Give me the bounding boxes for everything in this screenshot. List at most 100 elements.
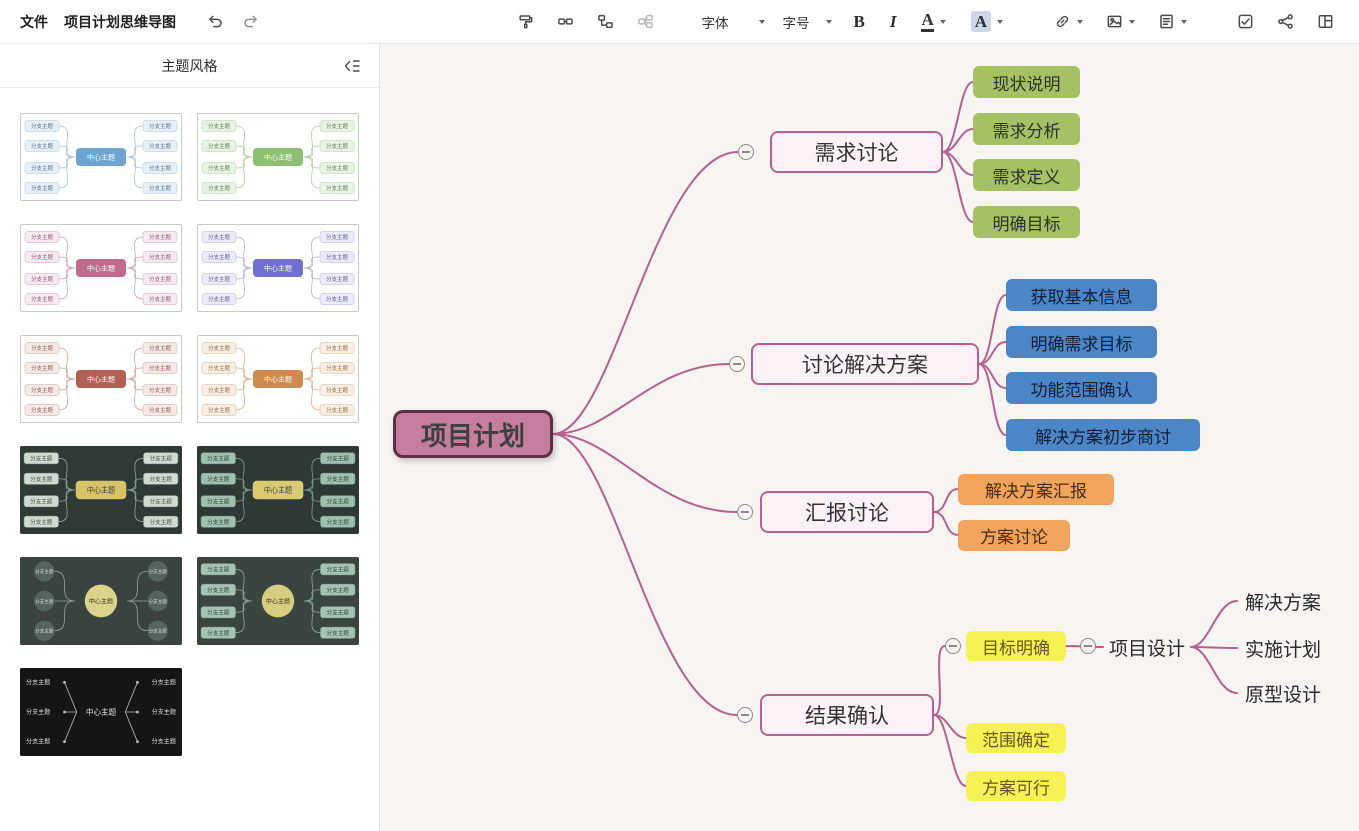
- doc-title[interactable]: 项目计划思维导图: [64, 12, 176, 32]
- theme-thumbnail-violet[interactable]: 分支主题分支主题分支主题分支主题分支主题分支主题分支主题分支主题中心主题: [197, 224, 359, 312]
- mindmap-edge: [1191, 647, 1237, 693]
- theme-thumbnail-dark-jade[interactable]: 分支主题分支主题分支主题分支主题分支主题分支主题分支主题分支主题中心主题: [197, 446, 359, 534]
- insert-link-button[interactable]: [1051, 10, 1086, 33]
- svg-text:分支主题: 分支主题: [207, 497, 230, 505]
- insert-relation-button[interactable]: [1274, 10, 1297, 33]
- svg-text:分支主题: 分支主题: [207, 608, 230, 616]
- mindmap-node-branch-report[interactable]: 汇报讨论: [760, 491, 934, 533]
- insert-image-button[interactable]: [1103, 10, 1138, 33]
- mindmap-node-branch-result[interactable]: 结果确认: [760, 694, 934, 736]
- mindmap-node-req-2[interactable]: 需求分析: [973, 113, 1080, 145]
- theme-preview: 分支主题分支主题分支主题分支主题分支主题分支主题中心主题: [20, 557, 182, 645]
- collapse-branch-button[interactable]: [737, 504, 753, 520]
- collapse-branch-button[interactable]: [1080, 638, 1096, 654]
- collapse-branch-button[interactable]: [729, 356, 745, 372]
- theme-thumbnail-classic-blue[interactable]: 分支主题分支主题分支主题分支主题分支主题分支主题分支主题分支主题中心主题: [20, 113, 182, 201]
- svg-text:分支主题: 分支主题: [208, 142, 231, 150]
- theme-thumbnail-brick[interactable]: 分支主题分支主题分支主题分支主题分支主题分支主题分支主题分支主题中心主题: [20, 335, 182, 423]
- mindmap-node-rep-1[interactable]: 解决方案汇报: [958, 474, 1114, 505]
- layout-button[interactable]: [1314, 10, 1337, 33]
- svg-text:分支主题: 分支主题: [149, 364, 172, 372]
- font-family-label: 字体: [701, 12, 728, 32]
- mindmap-node-res-3[interactable]: 方案可行: [966, 771, 1066, 801]
- svg-text:分支主题: 分支主题: [207, 518, 230, 526]
- theme-thumbnail-dark-moss[interactable]: 分支主题分支主题分支主题分支主题分支主题分支主题分支主题分支主题中心主题: [197, 557, 359, 645]
- svg-text:分支主题: 分支主题: [326, 253, 349, 261]
- mindmap-node-root[interactable]: 项目计划: [393, 410, 553, 458]
- theme-thumbnail-blackboard[interactable]: 分支主题分支主题分支主题分支主题分支主题分支主题中心主题: [20, 668, 182, 756]
- mindmap-node-req-4[interactable]: 明确目标: [973, 206, 1080, 238]
- add-child-node-icon: [597, 13, 614, 30]
- theme-thumbnail-rose-pink[interactable]: 分支主题分支主题分支主题分支主题分支主题分支主题分支主题分支主题中心主题: [20, 224, 182, 312]
- svg-text:分支主题: 分支主题: [207, 629, 230, 637]
- svg-text:分支主题: 分支主题: [35, 598, 54, 605]
- mindmap-node-branch-solution[interactable]: 讨论解决方案: [751, 343, 979, 385]
- svg-text:分支主题: 分支主题: [327, 608, 350, 616]
- collapse-branch-button[interactable]: [945, 638, 961, 654]
- svg-text:中心主题: 中心主题: [87, 486, 115, 495]
- file-menu[interactable]: 文件: [20, 12, 48, 32]
- mindmap-node-sol-3[interactable]: 功能范围确认: [1006, 372, 1157, 404]
- insert-note-button[interactable]: [1155, 10, 1190, 33]
- mindmap-edge: [553, 434, 737, 512]
- chevron-down-icon: [1077, 20, 1083, 24]
- svg-text:分支主题: 分支主题: [327, 475, 350, 483]
- mindmap-node-rep-2[interactable]: 方案讨论: [958, 520, 1070, 551]
- add-child-node-button[interactable]: [594, 10, 617, 33]
- font-color-button[interactable]: A: [917, 9, 949, 34]
- format-painter-button[interactable]: [514, 10, 537, 33]
- image-icon: [1106, 13, 1123, 30]
- mindmap-node-design-2[interactable]: 实施计划: [1237, 636, 1329, 660]
- mindmap-node-res-2[interactable]: 范围确定: [966, 723, 1066, 753]
- undo-button[interactable]: [204, 10, 227, 33]
- theme-thumbnail-fresh-green[interactable]: 分支主题分支主题分支主题分支主题分支主题分支主题分支主题分支主题中心主题: [197, 113, 359, 201]
- svg-text:分支主题: 分支主题: [327, 454, 350, 462]
- svg-text:分支主题: 分支主题: [149, 164, 172, 172]
- theme-thumbnail-dark-orbit[interactable]: 分支主题分支主题分支主题分支主题分支主题分支主题中心主题: [20, 557, 182, 645]
- mindmap-node-sol-4[interactable]: 解决方案初步商讨: [1006, 419, 1200, 451]
- svg-text:分支主题: 分支主题: [207, 454, 230, 462]
- mindmap-node-sol-2[interactable]: 明确需求目标: [1006, 326, 1157, 358]
- theme-preview: 分支主题分支主题分支主题分支主题分支主题分支主题分支主题分支主题中心主题: [198, 225, 358, 311]
- mindmap-canvas[interactable]: 项目计划 需求讨论讨论解决方案汇报讨论结果确认 现状说明需求分析需求定义明确目标获取…: [380, 44, 1359, 831]
- svg-text:分支主题: 分支主题: [35, 568, 54, 575]
- svg-text:分支主题: 分支主题: [149, 233, 172, 241]
- svg-text:分支主题: 分支主题: [150, 497, 173, 505]
- font-size-dropdown[interactable]: 字号: [782, 12, 832, 32]
- svg-text:分支主题: 分支主题: [149, 344, 172, 352]
- redo-button[interactable]: [239, 10, 262, 33]
- bold-button[interactable]: B: [849, 10, 868, 34]
- svg-text:分支主题: 分支主题: [149, 275, 172, 283]
- svg-text:分支主题: 分支主题: [207, 475, 230, 483]
- link-icon: [1054, 13, 1071, 30]
- mindmap-node-sol-1[interactable]: 获取基本信息: [1006, 279, 1157, 311]
- svg-text:分支主题: 分支主题: [31, 386, 54, 394]
- svg-text:分支主题: 分支主题: [26, 738, 50, 746]
- collapse-panel-button[interactable]: [341, 56, 363, 79]
- theme-thumbnail-dark-forest[interactable]: 分支主题分支主题分支主题分支主题分支主题分支主题分支主题分支主题中心主题: [20, 446, 182, 534]
- add-parent-node-button[interactable]: [634, 10, 657, 33]
- fill-color-button[interactable]: A: [967, 9, 1007, 34]
- insert-task-button[interactable]: [1234, 10, 1257, 33]
- svg-text:分支主题: 分支主题: [30, 475, 53, 483]
- mindmap-node-req-1[interactable]: 现状说明: [973, 66, 1080, 98]
- mindmap-node-design-3[interactable]: 原型设计: [1237, 681, 1329, 705]
- svg-text:分支主题: 分支主题: [208, 295, 231, 303]
- theme-thumbnail-amber[interactable]: 分支主题分支主题分支主题分支主题分支主题分支主题分支主题分支主题中心主题: [197, 335, 359, 423]
- add-sibling-node-button[interactable]: [554, 10, 577, 33]
- add-sibling-node-icon: [557, 13, 574, 30]
- svg-text:分支主题: 分支主题: [327, 497, 350, 505]
- font-family-dropdown[interactable]: 字体: [701, 12, 765, 32]
- svg-text:中心主题: 中心主题: [264, 486, 292, 495]
- italic-button[interactable]: I: [886, 10, 901, 34]
- mindmap-node-design[interactable]: 项目设计: [1103, 634, 1191, 660]
- svg-text:中心主题: 中心主题: [87, 264, 115, 273]
- mindmap-node-res-1[interactable]: 目标明确: [966, 631, 1066, 661]
- collapse-branch-button[interactable]: [738, 144, 754, 160]
- theme-preview: 分支主题分支主题分支主题分支主题分支主题分支主题分支主题分支主题中心主题: [197, 557, 359, 645]
- mindmap-node-branch-requirements[interactable]: 需求讨论: [770, 131, 943, 173]
- svg-text:分支主题: 分支主题: [149, 253, 172, 261]
- collapse-branch-button[interactable]: [737, 707, 753, 723]
- mindmap-node-req-3[interactable]: 需求定义: [973, 159, 1080, 191]
- mindmap-node-design-1[interactable]: 解决方案: [1237, 589, 1329, 613]
